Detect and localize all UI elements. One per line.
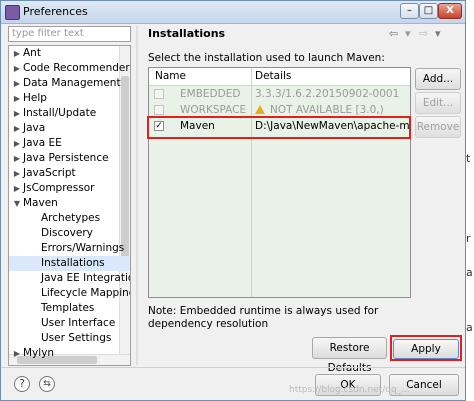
restore-defaults-button[interactable]: Restore Defaults bbox=[312, 337, 387, 374]
tree-item-label: Mylyn bbox=[23, 347, 55, 359]
tree-item-label: Help bbox=[23, 92, 47, 104]
expand-right-icon[interactable]: ▶ bbox=[11, 76, 23, 91]
background-text: a bbox=[466, 266, 473, 279]
background-text: t bbox=[466, 152, 471, 165]
background-text: r bbox=[466, 232, 471, 245]
window-title: Preferences bbox=[23, 5, 88, 18]
column-header-name[interactable]: Name bbox=[155, 70, 186, 82]
tree-item-label: Java bbox=[23, 122, 46, 134]
tree-item-label: Lifecycle Mapping bbox=[41, 287, 131, 299]
tree-item-label: User Interface bbox=[41, 317, 116, 329]
expand-right-icon[interactable]: ▶ bbox=[11, 106, 23, 121]
installation-checkbox[interactable] bbox=[154, 89, 164, 99]
view-menu-icon[interactable]: ▾ bbox=[435, 27, 441, 40]
tree-item-label: JsCompressor bbox=[23, 182, 95, 194]
add-button[interactable]: Add... bbox=[415, 68, 461, 90]
tree-item[interactable]: ▶ JsCompressor bbox=[9, 181, 125, 196]
background-text: a bbox=[466, 321, 473, 334]
tree-item[interactable]: User Interface bbox=[9, 316, 130, 331]
expand-right-icon[interactable]: ▶ bbox=[11, 151, 23, 166]
tree-item[interactable]: ▶ Mylyn bbox=[9, 346, 125, 361]
preference-tree[interactable]: ▶ Ant ▶ Code Recommenders ▶ Data Management ▶ H… bbox=[8, 45, 131, 366]
tree-item[interactable]: ▶ Install/Update bbox=[9, 106, 125, 121]
installation-details: 3.3.3/1.6.2.20150902-0001 bbox=[255, 88, 400, 100]
installations-table[interactable]: Name Details EMBEDDED 3.3.3/1.6.2.2015090… bbox=[148, 67, 411, 298]
tree-item-label: JavaScript bbox=[23, 167, 76, 179]
tree-item-label: Java EE Integration bbox=[41, 272, 131, 284]
maven-row-highlight bbox=[147, 116, 411, 139]
installation-name: EMBEDDED bbox=[180, 88, 241, 100]
tree-item[interactable]: ▶ Java Persistence bbox=[9, 151, 125, 166]
import-export-icon[interactable]: ⇆ bbox=[39, 376, 55, 392]
expand-down-icon[interactable]: ▼ bbox=[11, 196, 23, 211]
tree-item[interactable]: ▶ Data Management bbox=[9, 76, 125, 91]
tree-item-label: Installations bbox=[41, 257, 105, 269]
app-icon bbox=[5, 5, 20, 20]
tree-item-label: Maven bbox=[23, 197, 58, 209]
tree-item-label: Discovery bbox=[41, 227, 93, 239]
warning-icon bbox=[255, 105, 265, 114]
tree-item[interactable]: Discovery bbox=[9, 226, 130, 241]
tree-item[interactable]: ▶ JavaScript bbox=[9, 166, 125, 181]
tree-item-label: Errors/Warnings bbox=[41, 242, 125, 254]
tree-item[interactable]: ▶ Java EE bbox=[9, 136, 125, 151]
tree-item-label: Archetypes bbox=[41, 212, 101, 224]
menu-chevron-icon[interactable]: ▾ bbox=[405, 27, 411, 40]
embedded-note: Note: Embedded runtime is always used fo… bbox=[148, 305, 379, 330]
tree-item[interactable]: Archetypes bbox=[9, 211, 130, 226]
expand-right-icon[interactable]: ▶ bbox=[11, 166, 23, 181]
tree-item[interactable]: ▶ Code Recommenders bbox=[9, 61, 130, 76]
expand-right-icon[interactable]: ▶ bbox=[11, 136, 23, 151]
table-row[interactable]: EMBEDDED 3.3.3/1.6.2.20150902-0001 bbox=[149, 87, 410, 102]
back-arrow-icon[interactable]: ⇦ bbox=[389, 27, 398, 40]
expand-right-icon[interactable]: ▶ bbox=[11, 121, 23, 136]
tree-item-label: User Settings bbox=[41, 332, 112, 344]
filter-input[interactable]: type filter text bbox=[8, 26, 131, 42]
tree-item[interactable]: ▶ Java bbox=[9, 121, 125, 136]
close-button[interactable]: X bbox=[438, 3, 462, 19]
tree-item[interactable]: Lifecycle Mapping bbox=[9, 286, 131, 301]
tree-item[interactable]: ▶ Help bbox=[9, 91, 125, 106]
maximize-button[interactable]: □ bbox=[419, 3, 438, 19]
tree-item-label: Ant bbox=[23, 47, 41, 59]
tree-item[interactable]: ▶ Ant bbox=[9, 46, 125, 61]
tree-item[interactable]: Errors/Warnings bbox=[9, 241, 130, 256]
watermark: https://blog.csdn.net/qq_... bbox=[289, 385, 410, 395]
apply-button[interactable]: Apply bbox=[393, 339, 459, 359]
page-title: Installations bbox=[148, 27, 226, 40]
tree-item-label: Install/Update bbox=[23, 107, 97, 119]
expand-right-icon[interactable]: ▶ bbox=[11, 61, 23, 76]
help-icon[interactable]: ? bbox=[14, 376, 30, 392]
tree-item[interactable]: Installations bbox=[9, 256, 130, 271]
tree-item[interactable]: ▼ Maven bbox=[9, 196, 125, 211]
tree-item-label: Data Management bbox=[23, 77, 121, 89]
expand-right-icon[interactable]: ▶ bbox=[11, 346, 23, 361]
footer-divider bbox=[1, 367, 465, 368]
panel-divider[interactable] bbox=[136, 25, 138, 365]
minimize-button[interactable]: – bbox=[400, 3, 419, 19]
tree-item-label: Templates bbox=[41, 302, 95, 314]
preferences-window: Preferences – □ X type filter text ▶ Ant ▶… bbox=[0, 0, 466, 401]
tree-item[interactable]: Java EE Integration bbox=[9, 271, 131, 286]
title-bar: Preferences – □ X bbox=[1, 1, 465, 24]
expand-right-icon[interactable]: ▶ bbox=[11, 91, 23, 106]
installation-checkbox[interactable] bbox=[154, 105, 164, 115]
tree-item[interactable]: Templates bbox=[9, 301, 130, 316]
tree-item-label: Code Recommenders bbox=[23, 62, 131, 74]
selection-prompt: Select the installation used to launch M… bbox=[148, 52, 385, 64]
edit-button[interactable]: Edit... bbox=[415, 92, 461, 114]
expand-right-icon[interactable]: ▶ bbox=[11, 46, 23, 61]
remove-button[interactable]: Remove bbox=[415, 116, 461, 138]
tree-item[interactable]: User Settings bbox=[9, 331, 130, 346]
tree-item-label: Java EE bbox=[23, 137, 62, 149]
forward-arrow-icon[interactable]: ⇨ bbox=[419, 27, 428, 40]
column-header-details[interactable]: Details bbox=[255, 70, 291, 82]
table-header: Name Details bbox=[149, 68, 410, 86]
expand-right-icon[interactable]: ▶ bbox=[11, 181, 23, 196]
tree-item-label: Java Persistence bbox=[23, 152, 109, 164]
column-separator[interactable] bbox=[251, 68, 252, 85]
